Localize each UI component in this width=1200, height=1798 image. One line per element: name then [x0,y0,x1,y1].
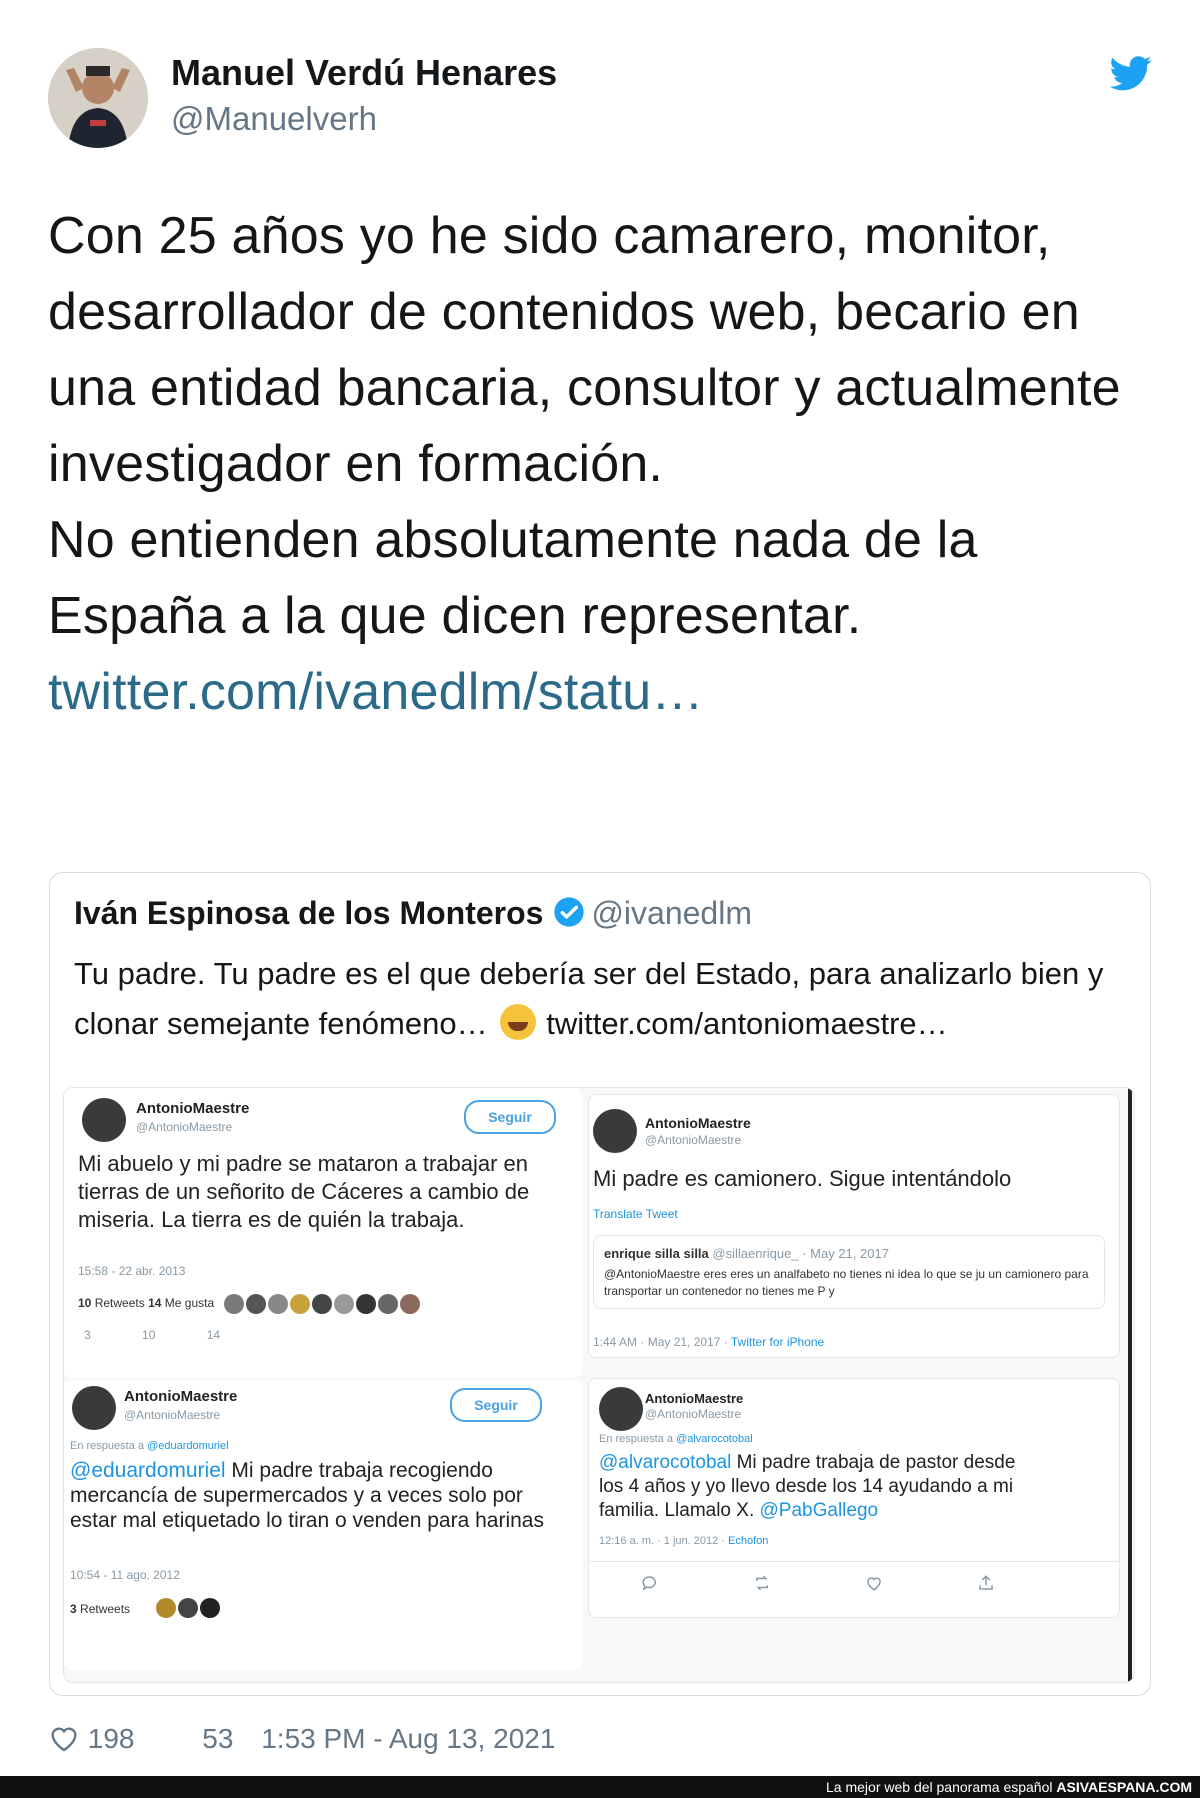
liker-avatars [156,1598,222,1623]
quoted-author-handle[interactable]: @ivanedlm [591,895,752,931]
reply-to-user: @eduardomuriel [147,1440,229,1452]
tweet-link[interactable]: twitter.com/ivanedlm/statu… [48,663,704,721]
card-author-handle: @AntonioMaestre [645,1407,742,1421]
reply-card: enrique silla silla @sillaenrique_ · May… [593,1235,1105,1309]
card-text: Mi padre es camionero. Sigue intentándol… [593,1166,1012,1191]
image-border [1128,1088,1132,1682]
card-timestamp: 1:44 AM · May 21, 2017 · Twitter for iPh… [593,1335,824,1349]
reply-text: @AntonioMaestre eres eres un analfabeto … [604,1267,1089,1298]
retweet-action-count: 10 [142,1328,156,1342]
tweet-text: Con 25 años yo he sido camarero, monitor… [48,198,1158,730]
card-stats: 10 Retweets 14 Me gusta [78,1296,214,1310]
author-handle[interactable]: @Manuelverh [171,100,377,138]
card-author-name: AntonioMaestre [645,1115,751,1131]
reply-count[interactable]: 53 [202,1723,233,1754]
reply-count: 3 [84,1328,91,1342]
reply-author: enrique silla silla [604,1246,709,1261]
card-author-name: AntonioMaestre [645,1391,744,1406]
rolling-laughing-emoji-icon [500,1004,537,1040]
watermark-slogan: La mejor web del panorama español [826,1779,1057,1795]
avatar [599,1387,643,1431]
card-actions: 3 10 14 [84,1328,220,1342]
embedded-tweet-card: AntonioMaestre @AntonioMaestre Seguir En… [64,1380,582,1670]
like-label: Me gusta [164,1296,215,1310]
card-timestamp: 10:54 - 11 ago. 2012 [70,1568,180,1582]
like-action-count: 14 [206,1328,221,1342]
card-text: @eduardomuriel Mi padre trabaja recogien… [70,1458,550,1533]
card-text: Mi abuelo y mi padre se mataron a trabaj… [78,1151,530,1232]
tweet-line: No entienden absolutamente nada de la Es… [48,511,978,645]
tweet-header: Manuel Verdú Henares @Manuelverh [48,48,1152,150]
reply-meta: @sillaenrique_ · May 21, 2017 [712,1246,889,1261]
retweet-label: Retweets [80,1602,131,1616]
card-mention: @eduardomuriel [70,1459,226,1482]
author-name[interactable]: Manuel Verdú Henares [171,52,557,94]
card-time: 12:16 a. m. · 1 jun. 2012 · [599,1535,729,1547]
watermark-brand: ASIVAESPANA.COM [1056,1779,1192,1795]
verified-badge-icon [554,897,585,927]
reply-icon [642,1576,656,1591]
embedded-tweet-card: AntonioMaestre @AntonioMaestre En respue… [588,1378,1120,1618]
card-stats: 3 Retweets [70,1602,130,1616]
card-action-bar [589,1561,1119,1602]
avatar[interactable] [48,48,148,148]
card-source: Echofon [728,1535,769,1547]
card-text: @alvarocotobal Mi padre trabaja de pasto… [599,1451,1039,1523]
quoted-author-name[interactable]: Iván Espinosa de los Monteros [74,895,543,931]
quoted-link[interactable]: twitter.com/antoniomaestre… [546,1006,947,1041]
reply-to: En respuesta a @eduardomuriel [70,1440,229,1452]
follow-button: Seguir [450,1388,542,1422]
watermark-bar: La mejor web del panorama español ASIVAE… [0,1776,1200,1798]
quoted-tweet[interactable]: Iván Espinosa de los Monteros @ivanedlm T… [49,872,1151,1696]
heart-icon[interactable] [48,1722,80,1754]
card-author-handle: @AntonioMaestre [645,1133,742,1147]
like-icon [867,1577,881,1591]
quoted-tweet-text: Tu padre. Tu padre es el que debería ser… [74,949,1134,1049]
card-timestamp: 12:16 a. m. · 1 jun. 2012 · Echofon [599,1535,768,1547]
avatar [82,1098,126,1142]
watermark-text: La mejor web del panorama español ASIVAE… [826,1779,1192,1795]
reply-to-label: En respuesta a [70,1440,148,1452]
card-author-handle: @AntonioMaestre [124,1408,221,1422]
avatar [593,1109,637,1153]
liker-avatars [224,1294,422,1319]
reply-to-label: En respuesta a [599,1433,677,1445]
reply-to: En respuesta a @alvarocotobal [599,1433,753,1445]
quoted-tweet-header: Iván Espinosa de los Monteros @ivanedlm [74,895,752,932]
retweet-count: 10 [78,1296,92,1310]
follow-button: Seguir [464,1100,556,1134]
avatar [72,1386,116,1430]
tweet-footer: 198 53 1:53 PM - Aug 13, 2021 [48,1722,575,1755]
tweet-line: Con 25 años yo he sido camarero, monitor… [48,207,1121,493]
card-mention: @alvarocotobal [599,1452,732,1473]
retweet-icon [756,1575,768,1591]
card-time: 1:44 AM · May 21, 2017 · [593,1335,731,1349]
reply-to-user: @alvarocotobal [676,1433,753,1445]
card-mention-2: @PabGallego [759,1500,879,1521]
like-count[interactable]: 198 [88,1723,135,1754]
embedded-tweet-card: AntonioMaestre @AntonioMaestre Mi padre … [588,1094,1120,1358]
like-count: 14 [148,1296,162,1310]
translate-link: Translate Tweet [593,1207,678,1221]
card-timestamp: 15:58 - 22 abr. 2013 [78,1264,186,1278]
card-source: Twitter for iPhone [730,1335,825,1349]
card-author-name: AntonioMaestre [124,1388,238,1405]
card-author-name: AntonioMaestre [136,1100,250,1117]
share-icon [979,1575,993,1590]
embedded-tweet-card: AntonioMaestre @AntonioMaestre Seguir Mi… [64,1088,582,1378]
quoted-media-image[interactable]: AntonioMaestre @AntonioMaestre Seguir Mi… [63,1087,1135,1683]
card-author-handle: @AntonioMaestre [136,1120,233,1134]
reply-header: enrique silla silla @sillaenrique_ · May… [604,1244,889,1263]
retweet-label: Retweets [94,1296,145,1310]
tweet-timestamp[interactable]: 1:53 PM - Aug 13, 2021 [261,1723,555,1754]
retweet-count: 3 [70,1602,77,1616]
twitter-bird-icon[interactable] [1110,52,1152,94]
